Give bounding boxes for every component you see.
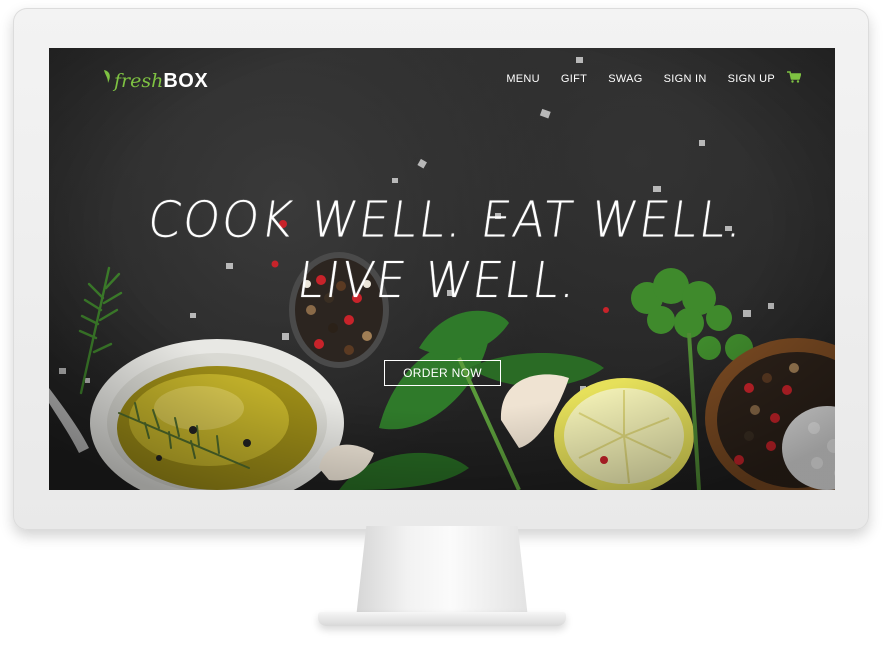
nav-menu[interactable]: MENU (506, 70, 540, 88)
shopping-cart-icon[interactable] (787, 71, 801, 83)
nav-sign-up[interactable]: SIGN UP (728, 70, 775, 88)
monitor-stand-neck (356, 526, 528, 618)
monitor-stand-base (318, 612, 566, 626)
leaf-icon (104, 70, 110, 83)
website-screen: fresh BOX MENU GIFT SWAG SIGN IN SIGN UP… (49, 48, 835, 490)
nav-gift[interactable]: GIFT (561, 70, 587, 88)
freshbox-logo[interactable]: fresh BOX (103, 65, 208, 93)
logo-fresh-text: fresh (114, 70, 164, 92)
hero-headline: COOK WELL. EAT WELL. LIVE WELL. (144, 191, 749, 310)
nav-swag[interactable]: SWAG (608, 70, 642, 88)
main-nav: MENU GIFT SWAG SIGN IN SIGN UP (485, 70, 801, 88)
nav-sign-in[interactable]: SIGN IN (664, 70, 707, 88)
logo-box-text: BOX (163, 70, 209, 92)
order-now-button[interactable]: ORDER NOW (384, 360, 501, 386)
